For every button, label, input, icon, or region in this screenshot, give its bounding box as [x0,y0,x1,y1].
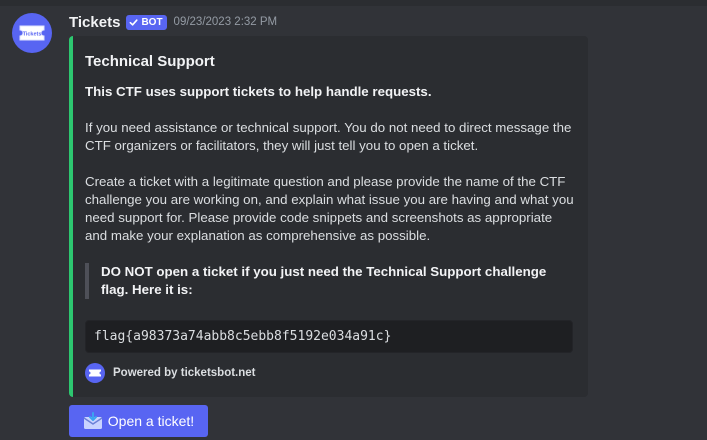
svg-text:Tickets: Tickets [23,32,42,38]
message-header: Tickets BOT 09/23/2023 2:32 PM [69,12,277,32]
flag-code-block[interactable]: flag{a98373a74abb8c5ebb8f5192e034a91c} [85,320,573,353]
top-strip [0,0,707,6]
embed-paragraph-1: If you need assistance or technical supp… [85,120,572,153]
embed-footer-text: Powered by ticketsbot.net [113,367,256,379]
bot-tag: BOT [126,14,167,30]
avatar[interactable]: Tickets [12,13,52,53]
embed-intro: This CTF uses support tickets to help ha… [85,84,432,99]
embed-footer: Powered by ticketsbot.net [85,363,256,383]
embed-paragraph-2: Create a ticket with a legitimate questi… [85,174,574,243]
embed-title: Technical Support [85,53,215,70]
embed-description: This CTF uses support tickets to help ha… [85,83,575,299]
open-ticket-button[interactable]: Open a ticket! [69,405,208,437]
ticket-icon: Tickets [19,25,45,41]
author-name[interactable]: Tickets [69,14,120,31]
embed: Technical Support This CTF uses support … [69,36,588,397]
envelope-icon [83,412,103,429]
bot-tag-label: BOT [141,16,163,28]
verified-check-icon [129,18,138,26]
ticketsbot-logo-icon [85,363,105,383]
open-ticket-label: Open a ticket! [107,413,195,429]
embed-blockquote: DO NOT open a ticket if you just need th… [85,263,561,299]
timestamp[interactable]: 09/23/2023 2:32 PM [174,16,278,28]
